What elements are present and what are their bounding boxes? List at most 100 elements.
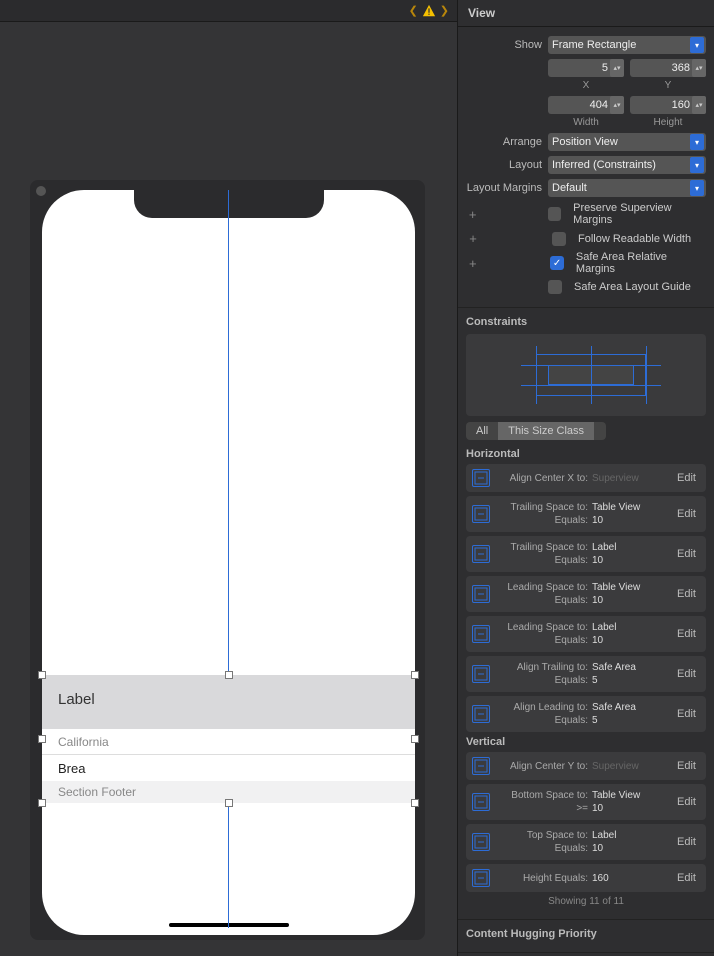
seg-all[interactable]: All	[466, 422, 498, 440]
resize-handle[interactable]	[38, 735, 46, 743]
dropdown-icon: ▾	[690, 180, 704, 196]
layout-label: Layout	[466, 159, 542, 171]
show-label: Show	[466, 39, 542, 51]
home-indicator	[169, 923, 289, 927]
stepper-icon[interactable]: ▴▾	[610, 96, 624, 114]
constraint-icon	[472, 665, 490, 683]
dropdown-icon: ▾	[690, 134, 704, 150]
edit-constraint-button[interactable]: Edit	[673, 666, 700, 682]
phone-screen[interactable]	[42, 190, 415, 935]
resize-handle[interactable]	[225, 671, 233, 679]
constraint-row[interactable]: Bottom Space to:Table View>=10 Edit	[466, 784, 706, 820]
warning-icon[interactable]	[422, 4, 436, 18]
constraint-icon	[472, 469, 490, 487]
vertical-subhead: Vertical	[466, 736, 706, 748]
arrange-select[interactable]: Position View▾	[548, 133, 706, 151]
content-hugging-section: Content Hugging Priority	[458, 920, 714, 953]
safe-area-layout-checkbox[interactable]	[548, 280, 562, 294]
resize-handle[interactable]	[411, 735, 419, 743]
horizontal-subhead: Horizontal	[466, 448, 706, 460]
edit-constraint-button[interactable]: Edit	[673, 758, 700, 774]
stepper-icon[interactable]: ▴▾	[692, 96, 706, 114]
constraint-text: Bottom Space to:Table View>=10	[496, 789, 667, 815]
margins-label: Layout Margins	[466, 182, 542, 194]
constraint-text: Leading Space to:LabelEquals:10	[496, 621, 667, 647]
canvas-toolbar: ❮ ❯	[0, 0, 457, 22]
y-field[interactable]: 368▴▾	[630, 59, 706, 77]
constraint-text: Top Space to:LabelEquals:10	[496, 829, 667, 855]
content-hugging-title: Content Hugging Priority	[466, 928, 706, 940]
forward-icon[interactable]: ❯	[440, 4, 449, 17]
resize-handle[interactable]	[38, 799, 46, 807]
constraint-icon	[472, 585, 490, 603]
constraint-row[interactable]: Align Trailing to:Safe AreaEquals:5 Edit	[466, 656, 706, 692]
constraint-row[interactable]: Top Space to:LabelEquals:10 Edit	[466, 824, 706, 860]
height-field[interactable]: 160▴▾	[630, 96, 706, 114]
edit-constraint-button[interactable]: Edit	[673, 586, 700, 602]
width-field[interactable]: 404▴▾	[548, 96, 624, 114]
margins-select[interactable]: Default▾	[548, 179, 706, 197]
inspector-panel[interactable]: View Show Frame Rectangle▾ 5▴▾ 368▴▾ XY …	[457, 0, 714, 956]
stepper-icon[interactable]: ▴▾	[692, 59, 706, 77]
canvas-area[interactable]: ❮ ❯ Label California Brea Section Footer	[0, 0, 457, 956]
guide-vertical	[228, 190, 229, 928]
showing-count: Showing 11 of 11	[466, 896, 706, 907]
show-select[interactable]: Frame Rectangle▾	[548, 36, 706, 54]
edit-constraint-button[interactable]: Edit	[673, 626, 700, 642]
layout-select[interactable]: Inferred (Constraints)▾	[548, 156, 706, 174]
constraint-row[interactable]: Height Equals:160 Edit	[466, 864, 706, 892]
section-header-california[interactable]: California	[42, 729, 415, 755]
constraint-row[interactable]: Align Center X to:Superview Edit	[466, 464, 706, 492]
edit-constraint-button[interactable]: Edit	[673, 794, 700, 810]
constraint-text: Align Trailing to:Safe AreaEquals:5	[496, 661, 667, 687]
constraint-row[interactable]: Trailing Space to:LabelEquals:10 Edit	[466, 536, 706, 572]
constraints-title: Constraints	[466, 316, 706, 328]
resize-handle[interactable]	[38, 671, 46, 679]
size-class-segment[interactable]: All This Size Class	[466, 422, 606, 440]
device-frame: Label California Brea Section Footer	[30, 180, 425, 940]
follow-readable-checkbox[interactable]	[552, 232, 566, 246]
inspector-title: View	[458, 0, 714, 27]
constraint-row[interactable]: Leading Space to:Table ViewEquals:10 Edi…	[466, 576, 706, 612]
preserve-superview-checkbox[interactable]	[548, 207, 561, 221]
selected-view[interactable]: Label California Brea Section Footer	[42, 675, 415, 803]
constraint-icon	[472, 793, 490, 811]
constraint-text: Trailing Space to:Table ViewEquals:10	[496, 501, 667, 527]
resize-handle[interactable]	[225, 799, 233, 807]
seg-this-size-class[interactable]: This Size Class	[498, 422, 594, 440]
x-field[interactable]: 5▴▾	[548, 59, 624, 77]
resize-handle[interactable]	[411, 799, 419, 807]
back-icon[interactable]: ❮	[409, 4, 418, 17]
edit-constraint-button[interactable]: Edit	[673, 834, 700, 850]
constraint-icon	[472, 505, 490, 523]
edit-constraint-button[interactable]: Edit	[673, 870, 700, 886]
constraint-row[interactable]: Align Leading to:Safe AreaEquals:5 Edit	[466, 696, 706, 732]
edit-constraint-button[interactable]: Edit	[673, 706, 700, 722]
constraint-text: Leading Space to:Table ViewEquals:10	[496, 581, 667, 607]
constraint-icon	[472, 757, 490, 775]
constraint-row[interactable]: Trailing Space to:Table ViewEquals:10 Ed…	[466, 496, 706, 532]
constraint-text: Align Leading to:Safe AreaEquals:5	[496, 701, 667, 727]
dropdown-icon: ▾	[690, 157, 704, 173]
table-cell-brea[interactable]: Brea	[42, 755, 415, 781]
arrange-label: Arrange	[466, 136, 542, 148]
constraints-preview[interactable]	[466, 334, 706, 416]
constraint-icon	[472, 625, 490, 643]
stepper-icon[interactable]: ▴▾	[610, 59, 624, 77]
resize-handle[interactable]	[411, 671, 419, 679]
constraint-icon	[472, 545, 490, 563]
dropdown-icon: ▾	[690, 37, 704, 53]
add-margin-button[interactable]: +	[466, 231, 480, 246]
constraint-row[interactable]: Align Center Y to:Superview Edit	[466, 752, 706, 780]
edit-constraint-button[interactable]: Edit	[673, 506, 700, 522]
close-scene-button[interactable]	[36, 186, 46, 196]
notch	[134, 190, 324, 218]
table-header-label[interactable]: Label	[58, 691, 95, 708]
edit-constraint-button[interactable]: Edit	[673, 470, 700, 486]
add-margin-button[interactable]: +	[466, 256, 480, 271]
constraint-text: Align Center Y to:Superview	[496, 760, 667, 773]
constraint-row[interactable]: Leading Space to:LabelEquals:10 Edit	[466, 616, 706, 652]
add-margin-button[interactable]: +	[466, 207, 479, 222]
safe-area-relative-checkbox[interactable]: ✓	[550, 256, 564, 270]
edit-constraint-button[interactable]: Edit	[673, 546, 700, 562]
